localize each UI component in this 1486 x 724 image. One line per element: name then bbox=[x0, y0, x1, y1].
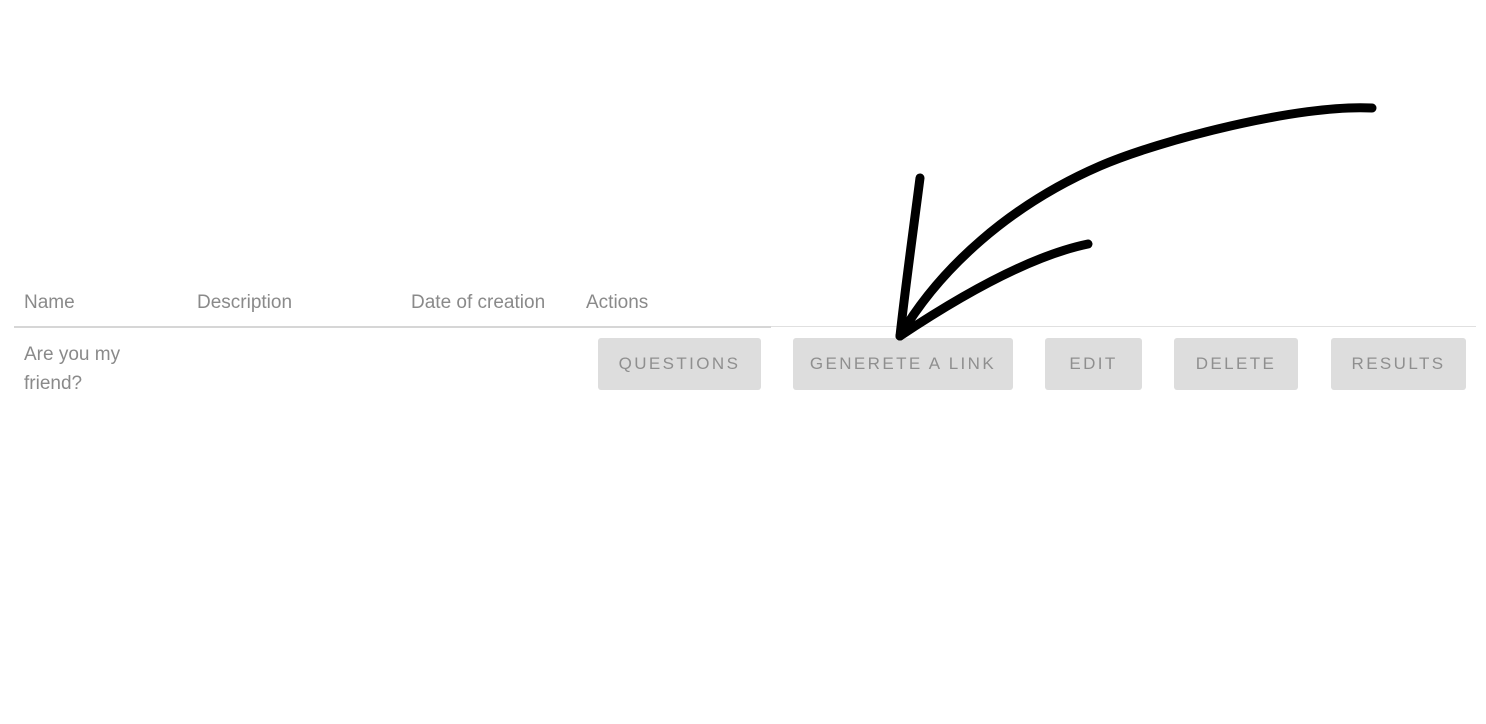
results-button[interactable]: RESULTS bbox=[1331, 338, 1466, 390]
edit-button[interactable]: EDIT bbox=[1045, 338, 1142, 390]
column-header-actions: Actions bbox=[586, 292, 649, 313]
column-header-description: Description bbox=[197, 292, 293, 313]
delete-button[interactable]: DELETE bbox=[1174, 338, 1298, 390]
row-name-cell: Are you my friend? bbox=[24, 344, 121, 394]
generate-link-button[interactable]: GENERETE A LINK bbox=[793, 338, 1013, 390]
table-header-row: Name Description Date of creation Action… bbox=[14, 288, 771, 328]
column-header-name: Name bbox=[24, 292, 75, 313]
questions-button[interactable]: QUESTIONS bbox=[598, 338, 761, 390]
column-header-date: Date of creation bbox=[411, 292, 546, 313]
row-divider bbox=[771, 326, 1476, 327]
